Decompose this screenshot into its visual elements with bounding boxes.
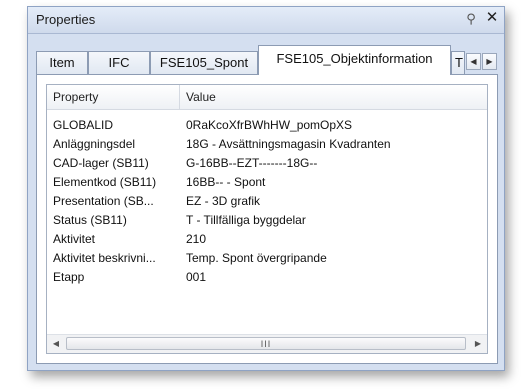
properties-panel: Properties ⚲ ✕ Item IFC FSE105_Spont FSE… [27,6,505,371]
scroll-left-icon[interactable]: ◀ [47,335,65,352]
tab-strip: Item IFC FSE105_Spont FSE105_Objektinfor… [36,43,498,75]
property-value: 210 [186,232,207,246]
property-value: 18G - Avsättningsmagasin Kvadranten [186,137,391,151]
property-value: G-16BB--EZT-------18G-- [186,156,318,170]
property-name: Presentation (SB... [53,194,154,208]
panel-title: Properties [36,12,96,27]
tab-item[interactable]: Item [36,51,88,74]
property-name: Status (SB11) [53,213,127,227]
screenshot-background: Properties ⚲ ✕ Item IFC FSE105_Spont FSE… [0,0,523,389]
grid-rows: GLOBALID 0RaKcoXfrBWhHW_pomOpXS Anläggni… [47,116,487,287]
panel-titlebar: Properties ⚲ ✕ [28,7,504,34]
column-header-property[interactable]: Property [47,85,180,109]
tab-fse105-objektinformation[interactable]: FSE105_Objektinformation [258,45,451,75]
property-value: Temp. Spont övergripande [186,251,327,265]
property-name: Aktivitet beskrivni... [53,251,156,265]
tab-ifc[interactable]: IFC [88,51,150,74]
property-value: EZ - 3D grafik [186,194,261,208]
property-value: 16BB-- - Spont [186,175,266,189]
grid-header: Property Value [47,85,487,110]
table-row[interactable]: Status (SB11) T - Tillfälliga byggdelar [47,211,487,230]
tab-scroll-right-icon[interactable]: ▶ [482,53,497,70]
scrollbar-thumb[interactable]: III [66,337,466,350]
column-header-value[interactable]: Value [180,85,480,109]
table-row[interactable]: Anläggningsdel 18G - Avsättningsmagasin … [47,135,487,154]
tab-fse105-spont[interactable]: FSE105_Spont [150,51,258,74]
scrollbar-grip-icon: III [260,339,272,349]
tab-t[interactable]: T [451,51,465,74]
property-name: Anläggningsdel [53,137,136,151]
property-name: Elementkod (SB11) [53,175,157,189]
table-row[interactable]: Elementkod (SB11) 16BB-- - Spont [47,173,487,192]
property-value: 0RaKcoXfrBWhHW_pomOpXS [186,118,353,132]
tab-content: Property Value GLOBALID 0RaKcoXfrBWhHW_p… [36,74,498,364]
close-icon[interactable]: ✕ [483,9,501,27]
property-value: T - Tillfälliga byggdelar [186,213,306,227]
table-row[interactable]: Presentation (SB... EZ - 3D grafik [47,192,487,211]
property-value: 001 [186,270,207,284]
property-name: Etapp [53,270,85,284]
property-grid: Property Value GLOBALID 0RaKcoXfrBWhHW_p… [46,84,488,354]
table-row[interactable]: Aktivitet beskrivni... Temp. Spont överg… [47,249,487,268]
tab-scroll-left-icon[interactable]: ◀ [466,53,481,70]
table-row[interactable]: GLOBALID 0RaKcoXfrBWhHW_pomOpXS [47,116,487,135]
pin-icon[interactable]: ⚲ [462,10,480,28]
table-row[interactable]: Etapp 001 [47,268,487,287]
table-row[interactable]: Aktivitet 210 [47,230,487,249]
property-name: GLOBALID [53,118,114,132]
horizontal-scrollbar[interactable]: ◀ III ▶ [47,334,487,353]
property-name: Aktivitet [53,232,96,246]
property-name: CAD-lager (SB11) [53,156,149,170]
scroll-right-icon[interactable]: ▶ [469,335,487,352]
table-row[interactable]: CAD-lager (SB11) G-16BB--EZT-------18G-- [47,154,487,173]
